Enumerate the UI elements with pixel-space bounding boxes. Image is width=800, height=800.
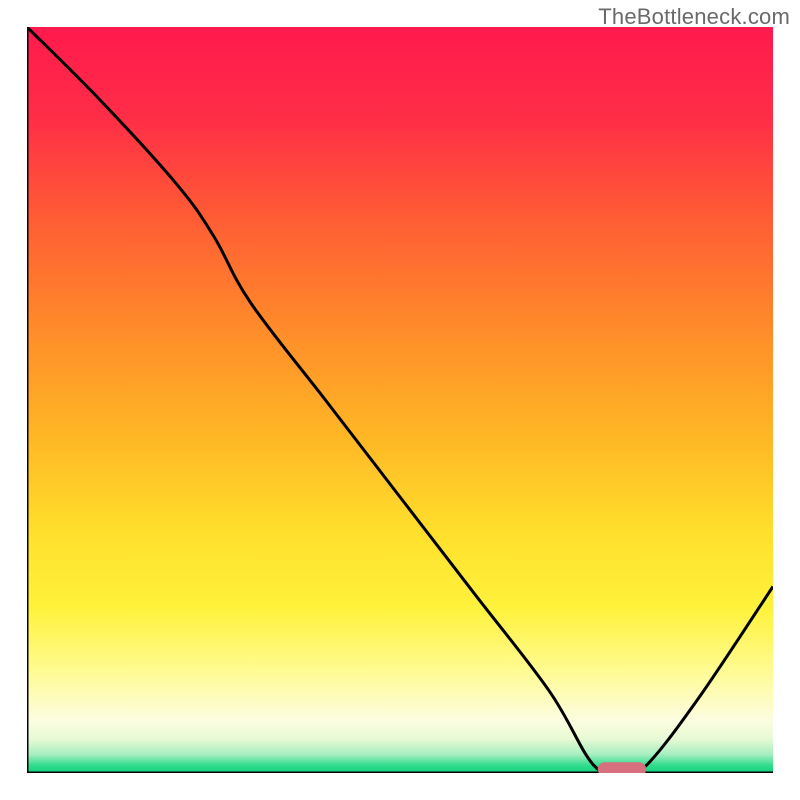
chart-svg: [27, 27, 773, 773]
plot-area: [27, 27, 773, 773]
optimum-marker: [598, 762, 646, 773]
gradient-background: [27, 27, 773, 773]
chart-stage: TheBottleneck.com: [0, 0, 800, 800]
